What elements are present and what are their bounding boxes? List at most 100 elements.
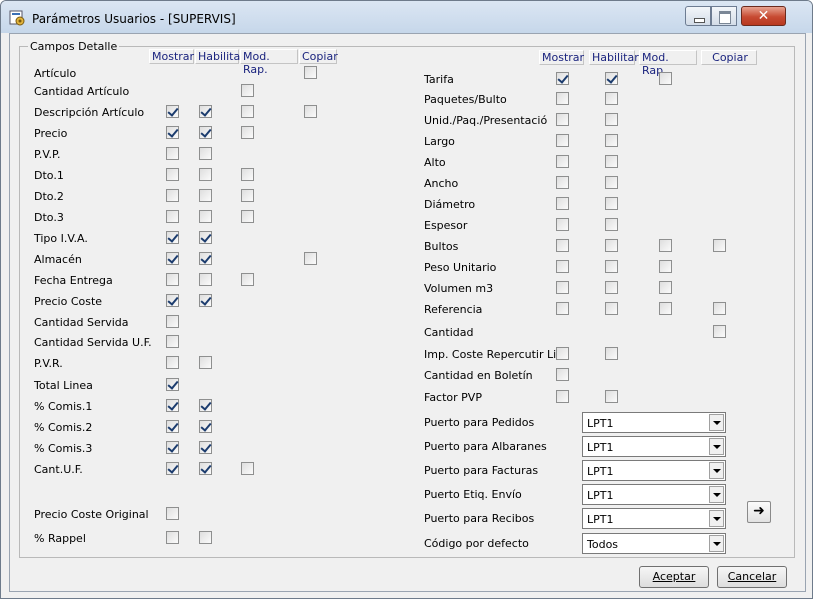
right-checkbox-mod-rap[interactable]: [659, 260, 672, 273]
right-checkbox-mostrar[interactable]: [556, 113, 569, 126]
right-checkbox-habilitar[interactable]: [605, 113, 618, 126]
right-checkbox-mostrar[interactable]: [556, 155, 569, 168]
right-checkbox-mostrar[interactable]: [556, 281, 569, 294]
left-checkbox-mostrar[interactable]: [166, 189, 179, 202]
left-checkbox-copiar[interactable]: [304, 66, 317, 79]
left-checkbox-mostrar[interactable]: [166, 378, 179, 391]
left-checkbox-mod-rap[interactable]: [241, 273, 254, 286]
port-select[interactable]: LPT1: [582, 484, 726, 505]
left-checkbox-mostrar[interactable]: [166, 356, 179, 369]
right-checkbox-mostrar[interactable]: [556, 260, 569, 273]
next-button[interactable]: ➜: [747, 501, 771, 523]
left-checkbox-habilitar[interactable]: [199, 399, 212, 412]
right-checkbox-habilitar[interactable]: [605, 92, 618, 105]
left-checkbox-mostrar[interactable]: [166, 252, 179, 265]
left-checkbox-mostrar[interactable]: [166, 315, 179, 328]
right-checkbox-mostrar[interactable]: [556, 239, 569, 252]
left-checkbox-habilitar[interactable]: [199, 294, 212, 307]
left-checkbox-habilitar[interactable]: [199, 210, 212, 223]
chevron-down-icon[interactable]: [709, 438, 724, 455]
left-checkbox-mostrar[interactable]: [166, 273, 179, 286]
right-checkbox-mostrar[interactable]: [556, 72, 569, 85]
right-checkbox-mostrar[interactable]: [556, 302, 569, 315]
right-checkbox-copiar[interactable]: [713, 325, 726, 338]
left-checkbox-habilitar[interactable]: [199, 462, 212, 475]
right-checkbox-copiar[interactable]: [713, 302, 726, 315]
left-checkbox-habilitar[interactable]: [199, 147, 212, 160]
right-checkbox-mod-rap[interactable]: [659, 239, 672, 252]
left-checkbox-habilitar[interactable]: [199, 126, 212, 139]
minimize-button[interactable]: [685, 6, 711, 26]
left-checkbox-mostrar[interactable]: [166, 231, 179, 244]
left-checkbox-habilitar[interactable]: [199, 420, 212, 433]
left-checkbox-copiar[interactable]: [304, 105, 317, 118]
title-bar[interactable]: Parámetros Usuarios - [SUPERVIS] ✕: [1, 1, 812, 33]
right-checkbox-mod-rap[interactable]: [659, 72, 672, 85]
right-checkbox-mostrar[interactable]: [556, 347, 569, 360]
left-checkbox-habilitar[interactable]: [199, 231, 212, 244]
left-checkbox-mod-rap[interactable]: [241, 84, 254, 97]
port-select[interactable]: LPT1: [582, 436, 726, 457]
left-checkbox-mostrar[interactable]: [166, 462, 179, 475]
left-checkbox-mod-rap[interactable]: [241, 462, 254, 475]
left-checkbox-mod-rap[interactable]: [241, 168, 254, 181]
right-checkbox-habilitar[interactable]: [605, 72, 618, 85]
accept-button[interactable]: Aceptar: [639, 566, 709, 588]
left-checkbox-mod-rap[interactable]: [241, 126, 254, 139]
left-checkbox-mod-rap[interactable]: [241, 105, 254, 118]
left-checkbox-habilitar[interactable]: [199, 189, 212, 202]
port-select[interactable]: LPT1: [582, 508, 726, 529]
right-checkbox-habilitar[interactable]: [605, 239, 618, 252]
left-checkbox-mostrar[interactable]: [166, 335, 179, 348]
right-checkbox-habilitar[interactable]: [605, 347, 618, 360]
right-checkbox-mostrar[interactable]: [556, 134, 569, 147]
left-checkbox-mostrar[interactable]: [166, 210, 179, 223]
chevron-down-icon[interactable]: [709, 535, 724, 552]
left-checkbox-mostrar[interactable]: [166, 294, 179, 307]
cancel-button[interactable]: Cancelar: [717, 566, 787, 588]
left-checkbox-mostrar[interactable]: [166, 507, 179, 520]
port-select[interactable]: LPT1: [582, 412, 726, 433]
left-checkbox-mod-rap[interactable]: [241, 210, 254, 223]
left-checkbox-habilitar[interactable]: [199, 356, 212, 369]
left-checkbox-habilitar[interactable]: [199, 531, 212, 544]
left-checkbox-mostrar[interactable]: [166, 168, 179, 181]
left-checkbox-habilitar[interactable]: [199, 105, 212, 118]
right-checkbox-mod-rap[interactable]: [659, 302, 672, 315]
close-button[interactable]: ✕: [741, 6, 786, 26]
left-checkbox-mostrar[interactable]: [166, 126, 179, 139]
right-checkbox-habilitar[interactable]: [605, 260, 618, 273]
chevron-down-icon[interactable]: [709, 510, 724, 527]
right-checkbox-mostrar[interactable]: [556, 176, 569, 189]
left-checkbox-mostrar[interactable]: [166, 399, 179, 412]
left-checkbox-mostrar[interactable]: [166, 420, 179, 433]
left-checkbox-habilitar[interactable]: [199, 441, 212, 454]
left-checkbox-mod-rap[interactable]: [241, 189, 254, 202]
right-checkbox-habilitar[interactable]: [605, 218, 618, 231]
left-checkbox-mostrar[interactable]: [166, 531, 179, 544]
right-checkbox-habilitar[interactable]: [605, 176, 618, 189]
port-select[interactable]: Todos: [582, 533, 726, 554]
left-checkbox-habilitar[interactable]: [199, 252, 212, 265]
left-checkbox-habilitar[interactable]: [199, 273, 212, 286]
right-checkbox-mostrar[interactable]: [556, 218, 569, 231]
left-checkbox-mostrar[interactable]: [166, 441, 179, 454]
right-checkbox-habilitar[interactable]: [605, 155, 618, 168]
right-checkbox-mostrar[interactable]: [556, 92, 569, 105]
right-checkbox-habilitar[interactable]: [605, 134, 618, 147]
left-checkbox-habilitar[interactable]: [199, 168, 212, 181]
maximize-button[interactable]: [711, 6, 737, 26]
left-checkbox-copiar[interactable]: [304, 252, 317, 265]
left-checkbox-mostrar[interactable]: [166, 105, 179, 118]
left-checkbox-mostrar[interactable]: [166, 147, 179, 160]
chevron-down-icon[interactable]: [709, 486, 724, 503]
right-checkbox-habilitar[interactable]: [605, 302, 618, 315]
right-checkbox-mostrar[interactable]: [556, 197, 569, 210]
right-checkbox-copiar[interactable]: [713, 239, 726, 252]
right-checkbox-mostrar[interactable]: [556, 368, 569, 381]
right-checkbox-mod-rap[interactable]: [659, 281, 672, 294]
chevron-down-icon[interactable]: [709, 462, 724, 479]
right-checkbox-habilitar[interactable]: [605, 390, 618, 403]
right-checkbox-habilitar[interactable]: [605, 197, 618, 210]
port-select[interactable]: LPT1: [582, 460, 726, 481]
